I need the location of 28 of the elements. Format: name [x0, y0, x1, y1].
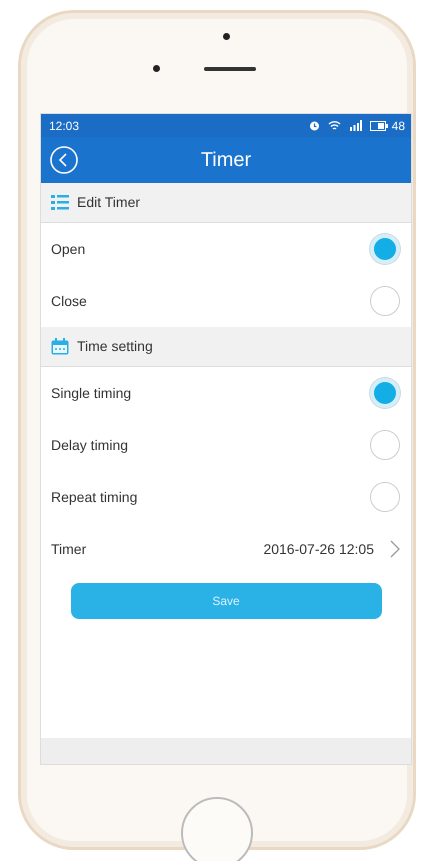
wifi-icon: [328, 120, 341, 131]
sensor-icon: [153, 65, 160, 72]
option-label: Single timing: [51, 384, 132, 403]
radio-button[interactable]: [370, 234, 400, 264]
radio-button[interactable]: [370, 286, 400, 316]
radio-button[interactable]: [370, 378, 400, 408]
radio-button[interactable]: [370, 430, 400, 460]
option-label: Delay timing: [51, 436, 128, 455]
list-icon: [51, 194, 69, 211]
back-button[interactable]: [49, 145, 79, 175]
signal-icon: [348, 120, 362, 131]
speaker-icon: [204, 67, 256, 71]
alarm-icon: [308, 120, 320, 131]
radio-button[interactable]: [370, 482, 400, 512]
option-label: Close: [51, 292, 87, 310]
chevron-right-icon: [390, 540, 400, 558]
status-time: 12:03: [49, 118, 80, 134]
calendar-icon: [51, 338, 69, 355]
timer-value[interactable]: 2016-07-26 12:05: [263, 538, 374, 560]
section-title: Edit Timer: [77, 193, 140, 212]
option-label: Repeat timing: [51, 488, 138, 507]
option-label: Open: [51, 240, 86, 259]
battery-icon: [370, 120, 388, 130]
timer-label: Timer: [51, 540, 86, 558]
camera-icon: [223, 33, 230, 40]
screen-title: Timer: [200, 148, 252, 173]
battery-level: 48: [392, 118, 405, 134]
section-title: Time setting: [77, 337, 153, 356]
